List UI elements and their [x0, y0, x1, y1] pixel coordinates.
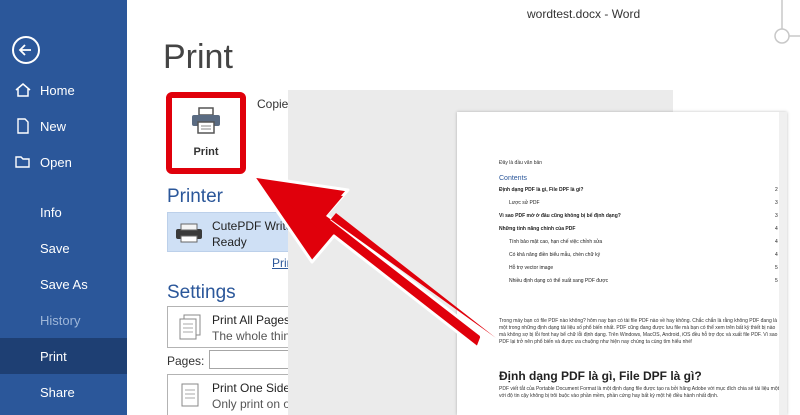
print-sides-title: Print One Sided — [212, 381, 297, 395]
sidebar-item-new[interactable]: New — [0, 108, 127, 144]
preview-scrollbar[interactable] — [779, 112, 787, 415]
sidebar-item-label: Open — [40, 154, 72, 170]
toc-page-number: 5 — [775, 265, 778, 271]
toc-entry: Có khả năng điền biểu mẫu, chèn chữ ký — [509, 252, 601, 258]
toc-page-number: 3 — [775, 213, 778, 219]
sidebar-item-save[interactable]: Save — [0, 230, 127, 266]
pages-stack-icon — [179, 314, 201, 340]
printer-name: CutePDF Writer — [212, 219, 297, 233]
toc-page-number: 4 — [775, 252, 778, 258]
print-button-label: Print — [193, 146, 219, 158]
preview-section-heading: Định dạng PDF là gì, File DPF là gì? — [499, 369, 702, 383]
settings-heading: Settings — [167, 282, 236, 303]
sidebar-item-label: History — [40, 312, 81, 328]
toc-page-number: 5 — [775, 278, 778, 284]
preview-intro: Đây là đầu văn bản — [499, 160, 543, 166]
single-page-icon — [181, 383, 199, 407]
pages-label: Pages: — [167, 354, 205, 368]
printer-device-icon — [176, 223, 202, 243]
back-arrow-icon[interactable] — [12, 36, 40, 64]
toc-page-number: 2 — [775, 187, 778, 193]
sidebar-item-save-as[interactable]: Save As — [0, 266, 127, 302]
sidebar-item-label: Home — [40, 82, 75, 98]
printer-status: Ready — [212, 235, 247, 249]
toc-entry: Định dạng PDF là gì, File DPF là gì? — [499, 187, 584, 193]
toc-page-number: 4 — [775, 226, 778, 232]
print-pages-subtitle: The whole thing — [212, 329, 297, 343]
sidebar-item-label: New — [40, 118, 67, 134]
window-title: wordtest.docx - Word — [527, 7, 641, 21]
sidebar-item-history: History — [0, 302, 127, 338]
toc-entry: Lược sử PDF — [509, 200, 540, 206]
toc-page-number: 3 — [775, 200, 778, 206]
sidebar-item-label: Share — [40, 384, 75, 400]
backstage-sidebar: Home New Open Info Save Save As History … — [0, 0, 127, 415]
preview-section-paragraph: PDF viết tắt của Portable Document Forma… — [499, 386, 779, 399]
sidebar-item-label: Save — [40, 240, 70, 256]
toc-entry: Nhiều định dạng có thể xuất sang PDF đượ… — [509, 278, 609, 284]
preview-page: Đây là đầu văn bản Contents Định dạng PD… — [457, 112, 787, 415]
toc-entry: Vì sao PDF mở ở đâu cũng không bị bể địn… — [499, 213, 621, 219]
printer-heading: Printer — [167, 186, 223, 207]
new-document-icon — [17, 118, 29, 134]
print-button[interactable]: Print — [166, 92, 246, 174]
toc-page-number: 4 — [775, 239, 778, 245]
sidebar-item-print[interactable]: Print — [0, 338, 127, 374]
sidebar-item-label: Info — [40, 204, 62, 220]
toc-entry: Hỗ trợ vector image — [509, 265, 554, 271]
printer-icon — [192, 107, 220, 134]
page-title: Print — [163, 38, 233, 76]
sidebar-item-share[interactable]: Share — [0, 374, 127, 410]
home-icon — [15, 83, 31, 97]
circuit-decoration-icon — [774, 0, 800, 44]
toc-entry: Những tính năng chính của PDF — [499, 226, 576, 232]
sidebar-item-label: Save As — [40, 276, 88, 292]
sidebar-item-label: Print — [40, 348, 67, 364]
preview-contents-heading: Contents — [499, 175, 528, 182]
print-pages-title: Print All Pages — [212, 313, 291, 327]
sidebar-item-home[interactable]: Home — [0, 72, 127, 108]
toc-entry: Tính bảo mật cao, hạn chế việc chỉnh sửa — [509, 239, 603, 245]
folder-open-icon — [15, 156, 30, 168]
sidebar-item-info[interactable]: Info — [0, 194, 127, 230]
sidebar-item-open[interactable]: Open — [0, 144, 127, 180]
preview-body-paragraph: Trong máy bạn có file PDF nào không? hôm… — [499, 318, 778, 345]
